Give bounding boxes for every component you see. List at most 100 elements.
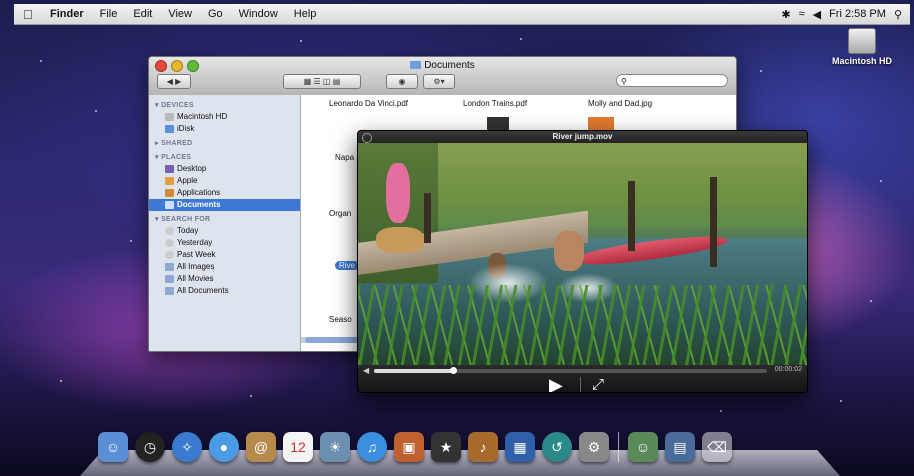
time-machine-icon[interactable]: ↺	[542, 432, 572, 462]
sidebar-item-all-movies[interactable]: All Movies	[149, 273, 300, 285]
file-leonardo-da-vinci-pdf[interactable]: Leonardo Da Vinci.pdf	[329, 99, 408, 108]
folder-icon	[410, 61, 422, 69]
sidebar-item-applications[interactable]: Applications	[149, 187, 300, 199]
search-input[interactable]: ⚲	[616, 74, 728, 87]
menu-go[interactable]: Go	[200, 8, 231, 20]
fullscreen-button[interactable]: ⤢	[592, 376, 604, 392]
sidebar-item-past-week[interactable]: Past Week	[149, 249, 300, 261]
quicktime-title: River jump.mov	[552, 132, 613, 141]
sidebar-header-shared[interactable]: ▸ SHARED	[149, 135, 300, 149]
menu-finder[interactable]: Finder	[42, 8, 92, 20]
wifi-icon[interactable]: ≈	[799, 8, 805, 20]
desktop-hd-label: Macintosh HD	[832, 56, 893, 66]
ichat-icon[interactable]: ●	[209, 432, 239, 462]
photos-stack-icon[interactable]: ☺	[628, 432, 658, 462]
smart-folder-icon	[165, 275, 174, 283]
menu-clock[interactable]: Fri 2:58 PM	[829, 8, 886, 20]
file-river-selected[interactable]: Rive	[335, 261, 360, 270]
applications-icon	[165, 189, 174, 197]
itunes-icon[interactable]: ♫	[357, 432, 387, 462]
hard-disk-icon	[848, 28, 876, 54]
video-frame[interactable]	[358, 143, 807, 365]
scrollbar-thumb[interactable]	[305, 337, 365, 343]
sidebar-item-today[interactable]: Today	[149, 225, 300, 237]
finder-sidebar: ▾ DEVICES Macintosh HD iDisk ▸ SHARED ▾ …	[149, 95, 301, 351]
view-mode-buttons[interactable]: ▦ ☰ ◫ ▤	[283, 74, 361, 89]
close-button[interactable]	[362, 133, 372, 143]
playhead[interactable]	[449, 367, 457, 374]
menu-file[interactable]: File	[92, 8, 126, 20]
documents-folder-icon	[165, 201, 174, 209]
smart-folder-icon	[165, 263, 174, 271]
spotlight-icon[interactable]: ⚲	[894, 8, 902, 21]
dock-icons: ☺ ◷ ✧ ● @ 12 ☀ ♫ ▣ ★ ♪ ▦ ↺ ⚙ ☺ ▤ ⌫	[98, 432, 739, 462]
scrub-bar[interactable]	[374, 367, 767, 374]
sidebar-item-apple[interactable]: Apple	[149, 175, 300, 187]
sidebar-item-documents[interactable]: Documents	[149, 199, 300, 211]
sidebar-item-all-images[interactable]: All Images	[149, 261, 300, 273]
file-season[interactable]: Seaso	[329, 315, 352, 324]
play-button[interactable]: ▶	[549, 376, 563, 392]
quick-look-button[interactable]: ◉	[386, 74, 418, 89]
video-person-standing	[386, 163, 410, 223]
sidebar-item-idisk[interactable]: iDisk	[149, 123, 300, 135]
safari-icon[interactable]: ✧	[172, 432, 202, 462]
back-forward-buttons[interactable]: ◀ ▶	[157, 74, 191, 89]
quicktime-titlebar[interactable]: River jump.mov	[358, 131, 807, 143]
menu-help[interactable]: Help	[286, 8, 325, 20]
menu-window[interactable]: Window	[231, 8, 286, 20]
finder-icon[interactable]: ☺	[98, 432, 128, 462]
menu-extras: ✱ ≈ ◀ Fri 2:58 PM ⚲	[781, 8, 910, 21]
file-london-trains-pdf[interactable]: London Trains.pdf	[463, 99, 527, 108]
search-icon: ⚲	[621, 77, 627, 86]
menu-bar:  Finder File Edit View Go Window Help ✱…	[14, 4, 910, 25]
imovie-icon[interactable]: ★	[431, 432, 461, 462]
apple-icon[interactable]: 	[14, 7, 42, 22]
video-post	[628, 181, 635, 251]
quicktime-window: River jump.mov ◀ 00:00:02 ▶ ⤢	[357, 130, 808, 393]
file-napa[interactable]: Napa	[335, 153, 354, 162]
timecode: 00:00:02	[774, 366, 802, 373]
dock: ☺ ◷ ✧ ● @ 12 ☀ ♫ ▣ ★ ♪ ▦ ↺ ⚙ ☺ ▤ ⌫	[80, 428, 840, 476]
menu-view[interactable]: View	[160, 8, 200, 20]
photo-booth-icon[interactable]: ▣	[394, 432, 424, 462]
ical-icon[interactable]: 12	[283, 432, 313, 462]
desktop-icon	[165, 165, 174, 173]
action-button[interactable]: ⚙▾	[423, 74, 455, 89]
menu-edit[interactable]: Edit	[125, 8, 160, 20]
file-molly-and-dad-jpg[interactable]: Molly and Dad.jpg	[588, 99, 652, 108]
hard-disk-icon	[165, 113, 174, 121]
file-organ[interactable]: Organ	[329, 209, 351, 218]
bluetooth-icon[interactable]: ✱	[781, 8, 790, 21]
dock-separator	[618, 432, 619, 462]
system-preferences-icon[interactable]: ⚙	[579, 432, 609, 462]
desktop-macintosh-hd[interactable]: Macintosh HD	[832, 28, 892, 66]
idisk-icon	[165, 125, 174, 133]
finder-title-text: Documents	[424, 60, 475, 71]
iphoto-icon[interactable]: ☀	[320, 432, 350, 462]
sidebar-header-places: ▾ PLACES	[155, 154, 192, 161]
eye-icon: ◉	[398, 77, 406, 86]
spaces-icon[interactable]: ▦	[505, 432, 535, 462]
sidebar-item-all-documents[interactable]: All Documents	[149, 285, 300, 297]
volume-icon[interactable]: ◀	[363, 366, 369, 375]
documents-stack-icon[interactable]: ▤	[665, 432, 695, 462]
quicktime-controls: ◀ 00:00:02 ▶ ⤢	[358, 365, 807, 392]
dashboard-icon[interactable]: ◷	[135, 432, 165, 462]
video-post	[424, 193, 431, 243]
garageband-icon[interactable]: ♪	[468, 432, 498, 462]
video-dog	[376, 227, 424, 253]
gear-icon: ⚙▾	[433, 77, 445, 86]
volume-icon[interactable]: ◀	[813, 8, 821, 21]
video-person-jumping	[554, 231, 584, 271]
video-post	[710, 177, 717, 267]
clock-icon	[165, 239, 174, 247]
trash-icon[interactable]: ⌫	[702, 432, 732, 462]
sidebar-header-search: ▾ SEARCH FOR	[155, 216, 211, 223]
sidebar-item-yesterday[interactable]: Yesterday	[149, 237, 300, 249]
address-book-icon[interactable]: @	[246, 432, 276, 462]
sidebar-item-macintosh-hd[interactable]: Macintosh HD	[149, 111, 300, 123]
finder-titlebar[interactable]: Documents ◀ ▶ ▦ ☰ ◫ ▤ ◉ ⚙▾ ⚲	[149, 57, 736, 96]
sidebar-item-desktop[interactable]: Desktop	[149, 163, 300, 175]
sidebar-header-devices: ▾ DEVICES	[155, 102, 194, 109]
